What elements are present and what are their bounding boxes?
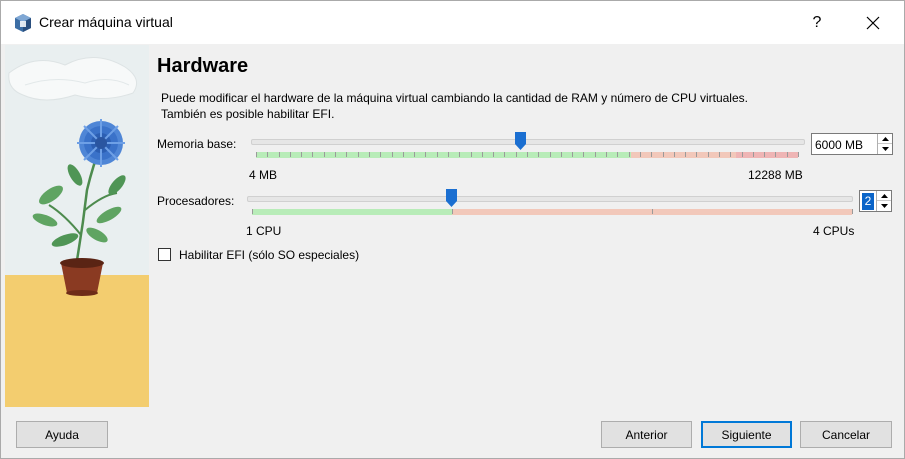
slider-tick (391, 152, 393, 157)
slider-tick (481, 152, 483, 157)
cpu-increase-button[interactable] (877, 191, 891, 201)
slider-tick (798, 152, 799, 157)
slider-tick (368, 152, 370, 157)
slider-tick (606, 152, 608, 157)
dialog-window: Crear máquina virtual ? Hardware Puede m… (0, 0, 905, 459)
memory-value[interactable]: 6000 MB (815, 138, 863, 152)
cpu-label: Procesadores: (157, 194, 235, 208)
page-description: Puede modificar el hardware de la máquin… (161, 90, 861, 122)
arrow-down-icon (880, 204, 888, 208)
cpu-min-label: 1 CPU (246, 224, 282, 238)
slider-tick (696, 152, 698, 157)
next-button[interactable]: Siguiente (701, 421, 792, 448)
slider-tick (651, 152, 653, 157)
memory-label: Memoria base: (157, 137, 237, 151)
slider-tick (639, 152, 641, 157)
slider-tick (278, 152, 280, 157)
wizard-content: Hardware Puede modificar el hardware de … (151, 45, 903, 407)
cpu-spinbox[interactable]: 2 (859, 190, 892, 212)
slider-tick (256, 152, 257, 157)
close-button[interactable] (851, 9, 895, 37)
cpu-decrease-button[interactable] (877, 201, 891, 211)
slider-tick (594, 152, 596, 157)
slider-tick (346, 152, 348, 157)
efi-checkbox-label[interactable]: Habilitar EFI (sólo SO especiales) (179, 248, 359, 262)
arrow-up-icon (881, 136, 889, 141)
slider-tick (452, 209, 453, 214)
back-button[interactable]: Anterior (601, 421, 692, 448)
slider-tick (335, 152, 337, 157)
slider-tick (252, 209, 253, 214)
slider-tick (312, 152, 314, 157)
help-title-button[interactable]: ? (797, 9, 837, 37)
efi-checkbox[interactable] (158, 248, 171, 261)
slider-tick (267, 152, 269, 157)
slider-tick (775, 152, 777, 157)
virtualbox-icon (15, 14, 31, 32)
cpu-value[interactable]: 2 (862, 193, 874, 210)
slider-tick (549, 152, 551, 157)
slider-tick (470, 152, 472, 157)
slider-tick (447, 152, 449, 157)
cpu-slider-handle[interactable] (446, 189, 458, 207)
cancel-button[interactable]: Cancelar (800, 421, 892, 448)
slider-tick (764, 152, 766, 157)
slider-tick (583, 152, 585, 157)
arrow-up-icon (880, 193, 888, 198)
slider-tick (301, 152, 303, 157)
help-button[interactable]: Ayuda (16, 421, 108, 448)
memory-decrease-button[interactable] (878, 144, 892, 154)
slider-tick (617, 152, 619, 157)
flower-pot-illustration (5, 45, 149, 407)
slider-tick (730, 152, 732, 157)
memory-min-label: 4 MB (249, 168, 278, 182)
memory-slider-ticks (256, 152, 799, 157)
cpu-slider-ticks (252, 209, 853, 214)
slider-tick (504, 152, 506, 157)
slider-tick (852, 209, 853, 214)
memory-increase-button[interactable] (878, 134, 892, 144)
memory-spin-buttons (877, 134, 892, 154)
cpu-slider-track[interactable] (247, 196, 853, 202)
memory-slider-handle[interactable] (514, 132, 526, 150)
slider-tick (289, 152, 291, 157)
memory-slider-track[interactable] (251, 139, 805, 145)
wizard-illustration (5, 45, 149, 407)
slider-tick (741, 152, 743, 157)
slider-tick (459, 152, 461, 157)
slider-tick (425, 152, 427, 157)
slider-tick (786, 152, 788, 157)
slider-tick (357, 152, 359, 157)
arrow-down-icon (881, 147, 889, 151)
slider-tick (402, 152, 404, 157)
description-line-2: También es posible habilitar EFI. (161, 107, 335, 121)
slider-tick (493, 152, 495, 157)
description-line-1: Puede modificar el hardware de la máquin… (161, 91, 748, 105)
slider-tick (707, 152, 709, 157)
slider-tick (652, 209, 653, 214)
slider-tick (685, 152, 687, 157)
close-icon (866, 16, 880, 30)
memory-spinbox[interactable]: 6000 MB (811, 133, 893, 155)
slider-tick (527, 152, 528, 157)
cpu-max-label: 4 CPUs (813, 224, 855, 238)
window-title: Crear máquina virtual (39, 14, 173, 30)
slider-tick (436, 152, 438, 157)
page-title: Hardware (157, 55, 249, 77)
slider-tick (323, 152, 325, 157)
slider-tick (718, 152, 720, 157)
slider-tick (414, 152, 416, 157)
slider-tick (673, 152, 675, 157)
slider-tick (538, 152, 540, 157)
slider-tick (560, 152, 562, 157)
slider-tick (628, 152, 630, 157)
memory-max-label: 12288 MB (748, 168, 803, 182)
slider-tick (515, 152, 517, 157)
slider-tick (752, 152, 754, 157)
slider-tick (572, 152, 574, 157)
slider-tick (380, 152, 382, 157)
cpu-spin-buttons (876, 191, 891, 211)
slider-tick (662, 152, 664, 157)
title-bar: Crear máquina virtual ? (1, 1, 904, 44)
